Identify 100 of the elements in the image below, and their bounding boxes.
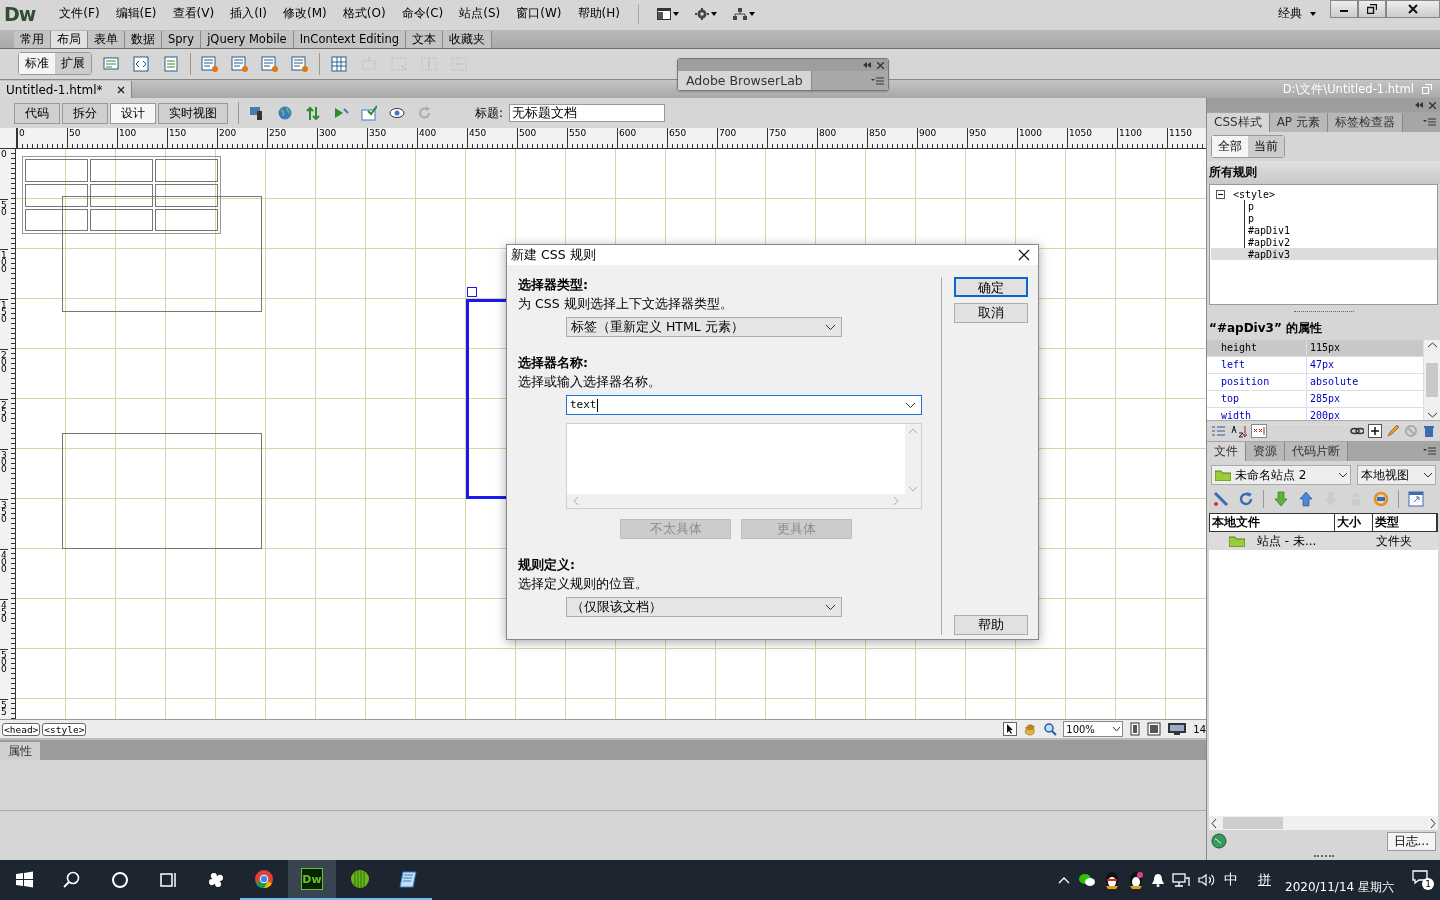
close-icon[interactable]	[877, 61, 884, 69]
property-row[interactable]: top 285px	[1207, 391, 1424, 409]
mode-button[interactable]: 标准	[19, 53, 55, 75]
download-icon[interactable]	[1273, 491, 1289, 508]
monitor-icon[interactable]	[1167, 722, 1188, 737]
insert-tab[interactable]: 文本	[406, 30, 444, 48]
tree-item[interactable]: #apDiv2	[1211, 236, 1437, 249]
menu-item[interactable]: 文件(F)	[51, 2, 108, 26]
workspace-switcher[interactable]: 经典	[1272, 2, 1322, 26]
tag-selector[interactable]: <style>	[42, 722, 87, 736]
panel-tab[interactable]: 代码片断	[1285, 442, 1348, 462]
dialog-button[interactable]: 确定	[954, 277, 1028, 297]
minimize-button[interactable]	[1330, 0, 1358, 18]
property-row[interactable]: position absolute	[1207, 374, 1424, 392]
properties-tab[interactable]: 属性	[0, 742, 40, 761]
close-button[interactable]	[1386, 0, 1440, 18]
file-row[interactable]: 站点 - 未... 文件夹	[1209, 532, 1438, 551]
insert-tab[interactable]: Spry	[162, 30, 202, 48]
chat-icon[interactable]	[1078, 872, 1096, 889]
column-header[interactable]: 大小	[1335, 514, 1373, 532]
view-select[interactable]: 本地视图	[1357, 465, 1436, 486]
menu-item[interactable]: 插入(I)	[222, 2, 276, 26]
expand-icon[interactable]	[1408, 491, 1424, 508]
tree-item[interactable]: p	[1211, 200, 1437, 213]
input-mode[interactable]: 拼	[1258, 871, 1271, 890]
insert-tab[interactable]: jQuery Mobile	[201, 30, 294, 48]
insert-tab[interactable]: 数据	[125, 30, 162, 48]
phone-size-icon[interactable]	[1129, 722, 1142, 737]
log-button[interactable]: 日志...	[1386, 831, 1436, 851]
penguin-icon[interactable]	[1104, 871, 1120, 890]
menu-item[interactable]: 格式(O)	[334, 2, 394, 26]
tree-item[interactable]: <style>	[1233, 188, 1276, 200]
view-button[interactable]: 拆分	[62, 102, 108, 124]
combo-field[interactable]: text	[566, 395, 922, 415]
zoom-icon[interactable]	[1043, 722, 1058, 737]
chevron-up-icon[interactable]	[1058, 876, 1070, 885]
layout-menu[interactable]	[656, 7, 679, 20]
dialog-button[interactable]: 取消	[954, 303, 1028, 323]
panel-tab[interactable]: Adobe BrowserLab	[678, 71, 812, 90]
insert-tab[interactable]: 布局	[51, 30, 88, 48]
insert-tab[interactable]: InContext Editing	[293, 30, 407, 48]
selection-handle[interactable]	[467, 287, 477, 298]
menu-item[interactable]: 命令(C)	[393, 2, 452, 26]
sort-az-icon[interactable]	[1231, 424, 1247, 439]
panel-tab[interactable]: 资源	[1246, 442, 1285, 462]
restore-button[interactable]	[1358, 0, 1386, 18]
property-row[interactable]: height 115px	[1207, 340, 1424, 358]
penguin-icon[interactable]	[1128, 871, 1144, 890]
dropdown[interactable]: 标签（重新定义 HTML 元素）	[566, 317, 842, 337]
menu-item[interactable]: 帮助(H)	[569, 2, 628, 26]
new-rule-icon[interactable]	[1368, 424, 1382, 439]
collapse-box-icon[interactable]	[1216, 189, 1225, 199]
column-header[interactable]: 类型	[1373, 514, 1437, 532]
menu-item[interactable]: 查看(V)	[164, 2, 223, 26]
scrollbar[interactable]	[1209, 816, 1438, 831]
column-header[interactable]: 本地文件	[1210, 514, 1335, 532]
tree-item[interactable]: #apDiv3	[1211, 248, 1437, 261]
close-tab-button[interactable]	[116, 85, 125, 94]
notification-button[interactable]: 1	[1412, 870, 1434, 891]
ap-div[interactable]	[62, 196, 262, 313]
mode-button[interactable]: 全部	[1212, 136, 1248, 158]
input-method[interactable]: 中	[1224, 871, 1238, 890]
ap-div[interactable]	[62, 433, 262, 550]
tree-item[interactable]: p	[1211, 212, 1437, 225]
taskbar-button[interactable]: Dw	[288, 860, 336, 900]
insert-tab[interactable]: 收藏夹	[443, 30, 493, 48]
mode-button[interactable]: 扩展	[55, 53, 91, 75]
scrollbar[interactable]	[1424, 340, 1440, 421]
panel-tab[interactable]: AP 元素	[1269, 113, 1328, 133]
zoom-select[interactable]: 100%	[1063, 721, 1124, 738]
volume-icon[interactable]	[1198, 873, 1216, 888]
gear-menu[interactable]	[694, 7, 717, 20]
title-field[interactable]: 无标题文档	[509, 104, 666, 123]
mode-button[interactable]: 当前	[1248, 136, 1284, 158]
menu-item[interactable]: 窗口(W)	[508, 2, 570, 26]
view-button[interactable]: 实时视图	[158, 102, 228, 124]
pointer-icon[interactable]	[1003, 722, 1018, 737]
sync-icon[interactable]	[1373, 491, 1389, 508]
document-tab[interactable]: Untitled-1.html*	[0, 81, 132, 99]
insert-tab[interactable]: 常用	[14, 30, 51, 48]
site-select[interactable]: 未命名站点 2	[1211, 465, 1351, 486]
sitemap-menu[interactable]	[732, 7, 755, 20]
set-properties-icon[interactable]	[1251, 424, 1267, 439]
collapse-icon[interactable]	[863, 62, 871, 68]
menu-item[interactable]: 编辑(E)	[107, 2, 165, 26]
close-icon[interactable]	[1429, 101, 1436, 109]
insert-tab[interactable]: 表单	[88, 30, 125, 48]
tag-selector[interactable]: <head>	[2, 722, 41, 736]
network-icon[interactable]	[1172, 873, 1190, 888]
tablet-size-icon[interactable]	[1147, 722, 1162, 737]
bell-icon[interactable]	[1152, 873, 1164, 888]
upload-icon[interactable]	[1298, 491, 1314, 508]
menu-item[interactable]: 修改(M)	[275, 2, 335, 26]
menu-item[interactable]: 站点(S)	[451, 2, 509, 26]
refresh-icon[interactable]	[1238, 491, 1254, 508]
clock-date[interactable]: 2020/11/14 星期六	[1285, 878, 1394, 896]
property-row[interactable]: left 47px	[1207, 357, 1424, 375]
panel-tab[interactable]: 文件	[1207, 442, 1246, 462]
connect-icon[interactable]	[1213, 491, 1229, 508]
panel-tab[interactable]: CSS样式	[1207, 113, 1270, 133]
